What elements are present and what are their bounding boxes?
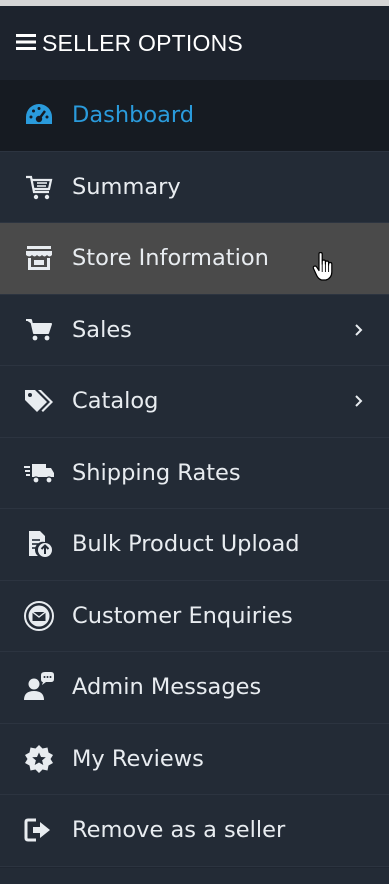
sidebar-header: SELLER OPTIONS bbox=[0, 6, 389, 80]
menu-label-dashboard: Dashboard bbox=[72, 102, 195, 129]
dashboard-gauge-icon bbox=[22, 100, 56, 130]
menu-item-sales[interactable]: Sales bbox=[0, 294, 389, 366]
menu-item-my-reviews[interactable]: My Reviews bbox=[0, 723, 389, 795]
menu-item-bulk-product-upload[interactable]: Bulk Product Upload bbox=[0, 509, 389, 581]
cart-list-icon bbox=[22, 172, 56, 202]
menu-label-store-information: Store Information bbox=[72, 245, 269, 272]
user-chat-icon bbox=[22, 672, 56, 702]
menu-item-shipping-rates[interactable]: Shipping Rates bbox=[0, 437, 389, 509]
menu-label-bulk-product-upload: Bulk Product Upload bbox=[72, 531, 300, 558]
menu-label-catalog: Catalog bbox=[72, 388, 159, 415]
menu-item-remove-as-seller[interactable]: Remove as a seller bbox=[0, 795, 389, 867]
hand-pointer-cursor-icon bbox=[312, 252, 333, 281]
menu-label-admin-messages: Admin Messages bbox=[72, 674, 262, 701]
seller-menu: Dashboard Summary Store Information Sale… bbox=[0, 80, 389, 867]
sidebar-bottom bbox=[0, 868, 389, 884]
envelope-circle-icon bbox=[22, 600, 56, 631]
sign-out-icon bbox=[22, 815, 56, 845]
shopping-cart-icon bbox=[22, 315, 56, 345]
menu-label-remove-as-seller: Remove as a seller bbox=[72, 817, 286, 844]
menu-item-customer-enquiries[interactable]: Customer Enquiries bbox=[0, 580, 389, 652]
menu-item-summary[interactable]: Summary bbox=[0, 151, 389, 223]
menu-item-admin-messages[interactable]: Admin Messages bbox=[0, 652, 389, 724]
menu-item-catalog[interactable]: Catalog bbox=[0, 366, 389, 438]
storefront-icon bbox=[22, 243, 56, 273]
chevron-right-icon bbox=[355, 395, 363, 407]
menu-label-sales: Sales bbox=[72, 316, 132, 343]
tags-icon bbox=[22, 386, 56, 416]
chevron-right-icon bbox=[355, 324, 363, 336]
menu-label-customer-enquiries: Customer Enquiries bbox=[72, 602, 293, 629]
hamburger-icon[interactable] bbox=[16, 33, 36, 51]
sidebar-title: SELLER OPTIONS bbox=[42, 29, 243, 56]
menu-label-my-reviews: My Reviews bbox=[72, 745, 204, 772]
menu-label-summary: Summary bbox=[72, 173, 181, 200]
delivery-truck-icon bbox=[22, 458, 56, 488]
menu-item-dashboard[interactable]: Dashboard bbox=[0, 80, 389, 152]
menu-label-shipping-rates: Shipping Rates bbox=[72, 459, 241, 486]
file-upload-icon bbox=[22, 529, 56, 559]
review-badge-icon bbox=[22, 744, 56, 774]
